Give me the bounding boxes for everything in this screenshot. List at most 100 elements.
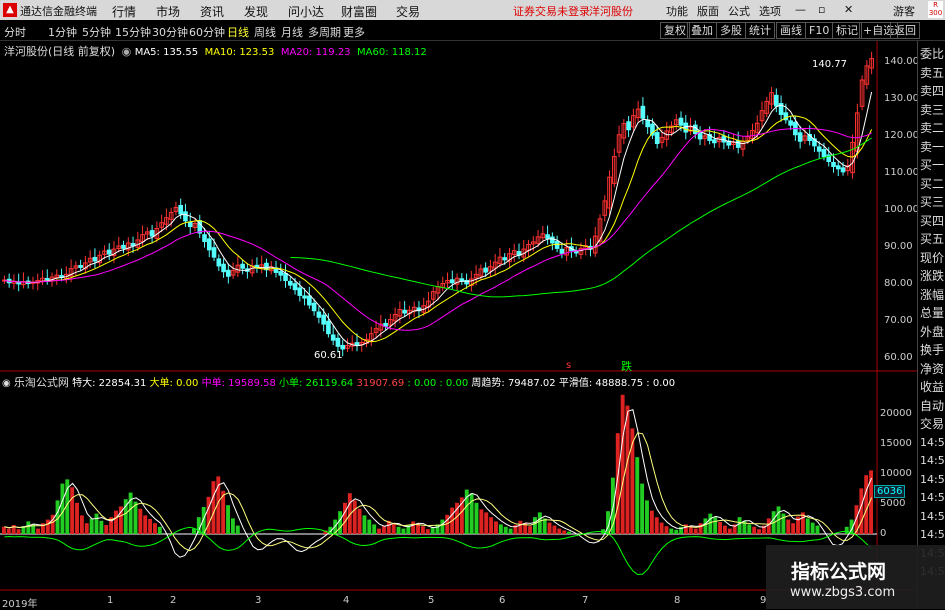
volume-bar bbox=[620, 394, 625, 534]
volume-bar bbox=[693, 528, 698, 534]
candle-body bbox=[712, 139, 717, 144]
candle-body bbox=[187, 221, 193, 228]
side-panel-item[interactable]: 卖三 bbox=[920, 101, 944, 119]
volume-bar bbox=[645, 500, 649, 534]
volume-bar bbox=[674, 529, 679, 534]
volume-bar bbox=[494, 521, 498, 534]
side-panel-item[interactable]: 卖五 bbox=[920, 64, 944, 82]
side-panel-item[interactable]: 现价 bbox=[920, 249, 944, 267]
sub-legend-dadan: 大单: 0.00 bbox=[149, 378, 199, 389]
side-panel-item[interactable]: 涨幅 bbox=[920, 286, 944, 304]
side-panel-item[interactable]: 卖一 bbox=[920, 138, 944, 156]
volume-bar bbox=[489, 517, 494, 534]
volume-bar bbox=[757, 529, 761, 534]
volume-bar bbox=[396, 526, 401, 534]
volume-bar bbox=[718, 522, 723, 534]
volume-bar bbox=[844, 526, 849, 534]
side-panel-item[interactable]: 外盘 bbox=[920, 323, 944, 341]
x-label-8: 8 bbox=[674, 595, 681, 606]
side-panel-item[interactable]: 收益 bbox=[920, 378, 944, 396]
candle-body bbox=[149, 230, 155, 237]
volume-bar bbox=[640, 483, 645, 534]
volume-bar bbox=[440, 519, 445, 534]
quote-side-panel: 委比 卖五 卖四 卖三 卖二 卖一 买一 买二 买三 买四 买五 现价 涨跌 涨幅 总量 外盘 换手 净资 收益 自动… bbox=[917, 41, 945, 609]
side-panel-item[interactable]: 卖四 bbox=[920, 82, 944, 100]
volume-bar bbox=[338, 511, 343, 534]
sub-y-tick-20000: 20000 bbox=[880, 408, 912, 419]
volume-bar bbox=[362, 515, 367, 534]
side-panel-item[interactable]: 14:56 bbox=[920, 508, 945, 526]
volume-bar bbox=[562, 530, 567, 534]
candle-body bbox=[226, 269, 231, 277]
volume-bar bbox=[649, 510, 654, 534]
volume-bar bbox=[206, 496, 211, 534]
side-panel-item[interactable]: 委比 bbox=[920, 45, 944, 63]
legend-toggle-icon[interactable]: ◉ bbox=[122, 45, 132, 58]
sub-y-tick-0: 0 bbox=[880, 528, 887, 539]
volume-bar bbox=[201, 507, 206, 534]
candle-body bbox=[211, 247, 217, 258]
sub-value-tag: 6036 bbox=[874, 485, 906, 498]
side-panel-item[interactable]: 14:56 bbox=[920, 471, 945, 489]
side-panel-item[interactable]: 买五 bbox=[920, 230, 944, 248]
side-panel-item[interactable]: 卖二 bbox=[920, 119, 944, 137]
candle-body bbox=[340, 344, 346, 350]
candle-body bbox=[292, 283, 298, 291]
y-tick-140: 140.00 bbox=[884, 56, 919, 67]
side-panel-item[interactable]: 买二 bbox=[920, 175, 944, 193]
volume-bar bbox=[654, 517, 659, 534]
volume-bar bbox=[766, 518, 771, 534]
candle-body bbox=[545, 234, 550, 239]
volume-bar bbox=[786, 519, 791, 534]
volume-bar bbox=[235, 525, 240, 534]
volume-bar bbox=[148, 519, 153, 534]
side-panel-item[interactable]: 14:56 bbox=[920, 489, 945, 507]
side-panel-item[interactable]: 换手 bbox=[920, 341, 944, 359]
y-tick-80: 80.00 bbox=[884, 278, 913, 289]
side-panel-item[interactable]: 交易 bbox=[920, 415, 944, 433]
volume-bar bbox=[381, 525, 386, 534]
volume-bar bbox=[727, 528, 732, 534]
x-label-2: 2 bbox=[170, 595, 177, 606]
volume-bar bbox=[635, 457, 640, 534]
main-chart-title: 洋河股份(日线 前复权) bbox=[4, 45, 116, 58]
candle-body bbox=[502, 257, 508, 261]
volume-bar bbox=[75, 502, 79, 534]
watermark-title: 指标公式网 bbox=[791, 561, 887, 583]
trend-line-white bbox=[4, 408, 873, 558]
side-panel-item[interactable]: 买一 bbox=[920, 156, 944, 174]
sub-legend-smoothed: 平滑值: 48888.75 : 0.00 bbox=[558, 378, 676, 389]
volume-bar bbox=[391, 523, 396, 534]
sub-legend-toggle-icon[interactable]: ◉ bbox=[2, 378, 11, 389]
volume-bar bbox=[791, 523, 796, 534]
side-panel-item[interactable]: 买三 bbox=[920, 193, 944, 211]
volume-bar bbox=[138, 508, 143, 534]
candle-body bbox=[797, 132, 803, 142]
volume-bar bbox=[664, 526, 669, 534]
price-chart[interactable] bbox=[0, 0, 945, 609]
volume-bar bbox=[352, 500, 357, 534]
side-panel-item[interactable]: 买四 bbox=[920, 212, 944, 230]
sub-legend-xiaodan: 小单: 26119.64 bbox=[279, 378, 354, 389]
volume-bar bbox=[357, 508, 362, 534]
sub-legend-weekly-trend: 周趋势: 79487.02 bbox=[471, 378, 556, 389]
volume-bar bbox=[45, 519, 50, 534]
candle-body bbox=[735, 140, 741, 148]
side-panel-item[interactable]: 自动 bbox=[920, 397, 944, 415]
candle-body bbox=[311, 302, 317, 312]
side-panel-item[interactable]: 涨跌 bbox=[920, 267, 944, 285]
y-tick-90: 90.00 bbox=[884, 241, 913, 252]
side-panel-item[interactable]: 净资 bbox=[920, 360, 944, 378]
candle-body bbox=[483, 267, 488, 273]
side-panel-item[interactable]: 14:56 bbox=[920, 434, 945, 452]
volume-bar bbox=[36, 528, 40, 534]
volume-bar bbox=[6, 528, 11, 534]
side-panel-item[interactable]: 14:56 bbox=[920, 526, 945, 544]
y-tick-110: 110.00 bbox=[884, 167, 919, 178]
volume-bar bbox=[537, 512, 542, 534]
signal-marker-red: s bbox=[566, 360, 572, 371]
side-panel-item[interactable]: 总量 bbox=[920, 304, 944, 322]
y-tick-100: 100.00 bbox=[884, 204, 919, 215]
volume-bar bbox=[810, 522, 815, 534]
side-panel-item[interactable]: 14:56 bbox=[920, 452, 945, 470]
